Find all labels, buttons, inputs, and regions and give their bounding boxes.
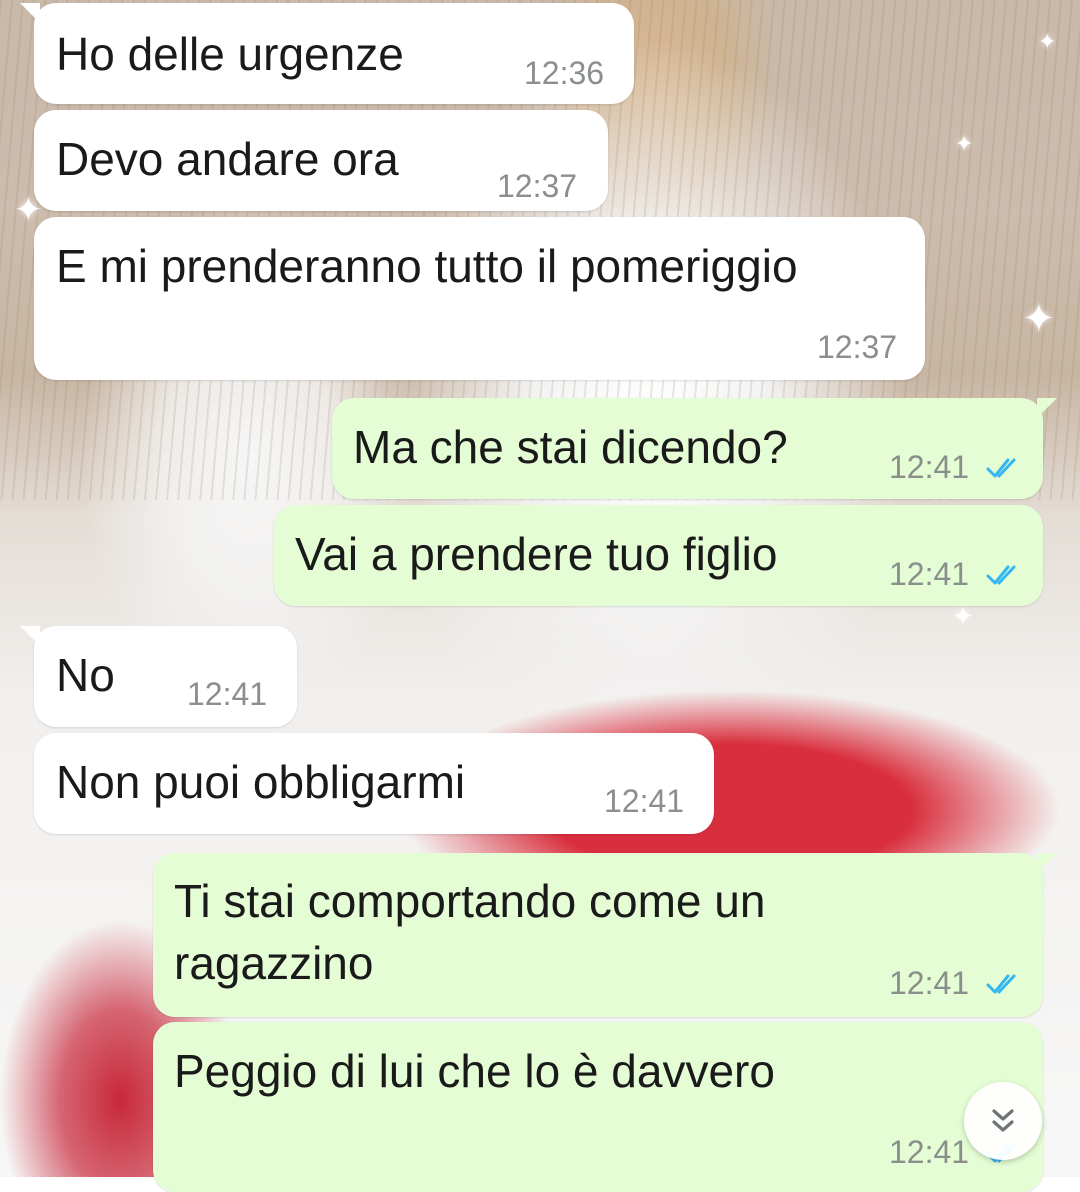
message-timestamp: 12:37 <box>817 329 898 365</box>
bubble-tail <box>1037 398 1057 418</box>
outgoing-message[interactable]: Vai a prendere tuo figlio 12:41 <box>274 505 1043 606</box>
scroll-to-bottom-button[interactable] <box>964 1082 1042 1160</box>
bubble-tail <box>20 626 40 646</box>
read-ticks-icon <box>986 458 1016 478</box>
bubble-tail <box>1037 853 1057 873</box>
outgoing-message[interactable]: Peggio di lui che lo è davvero 12:41 <box>153 1022 1043 1192</box>
incoming-message[interactable]: E mi prenderanno tutto il pomeriggio 12:… <box>34 217 925 380</box>
message-timestamp: 12:41 <box>889 965 970 1001</box>
message-text: No <box>56 649 115 701</box>
message-text: Ho delle urgenze <box>56 28 404 80</box>
message-timestamp: 12:41 <box>889 449 970 485</box>
incoming-message[interactable]: Devo andare ora 12:37 <box>34 110 608 211</box>
message-text-line-2: ragazzino <box>174 937 374 989</box>
message-timestamp: 12:41 <box>889 1134 970 1170</box>
read-ticks-icon <box>986 565 1016 585</box>
message-timestamp: 12:41 <box>889 556 970 592</box>
incoming-message[interactable]: No 12:41 <box>20 626 297 727</box>
message-text: Peggio di lui che lo è davvero <box>174 1045 775 1097</box>
message-list[interactable]: Ho delle urgenze 12:36 Devo andare ora 1… <box>0 0 1080 1192</box>
incoming-message[interactable]: Non puoi obbligarmi 12:41 <box>34 733 714 834</box>
message-text: Non puoi obbligarmi <box>56 756 466 808</box>
message-text: Vai a prendere tuo figlio <box>295 528 778 580</box>
message-text-line-1: Ti stai comportando come un <box>174 875 766 927</box>
message-text: E mi prenderanno tutto il pomeriggio <box>56 240 798 292</box>
message-timestamp: 12:37 <box>497 168 578 204</box>
message-text: Ma che stai dicendo? <box>353 421 788 473</box>
incoming-message[interactable]: Ho delle urgenze 12:36 <box>20 3 634 104</box>
read-ticks-icon <box>986 974 1016 994</box>
message-timestamp: 12:41 <box>187 676 268 712</box>
outgoing-message[interactable]: Ma che stai dicendo? 12:41 <box>332 398 1057 499</box>
message-text: Devo andare ora <box>56 133 399 185</box>
double-chevron-down-icon <box>992 1109 1014 1132</box>
message-timestamp: 12:41 <box>604 783 685 819</box>
bubble-tail <box>20 3 40 23</box>
message-timestamp: 12:36 <box>524 55 605 91</box>
outgoing-message[interactable]: Ti stai comportando come un ragazzino 12… <box>153 853 1057 1017</box>
